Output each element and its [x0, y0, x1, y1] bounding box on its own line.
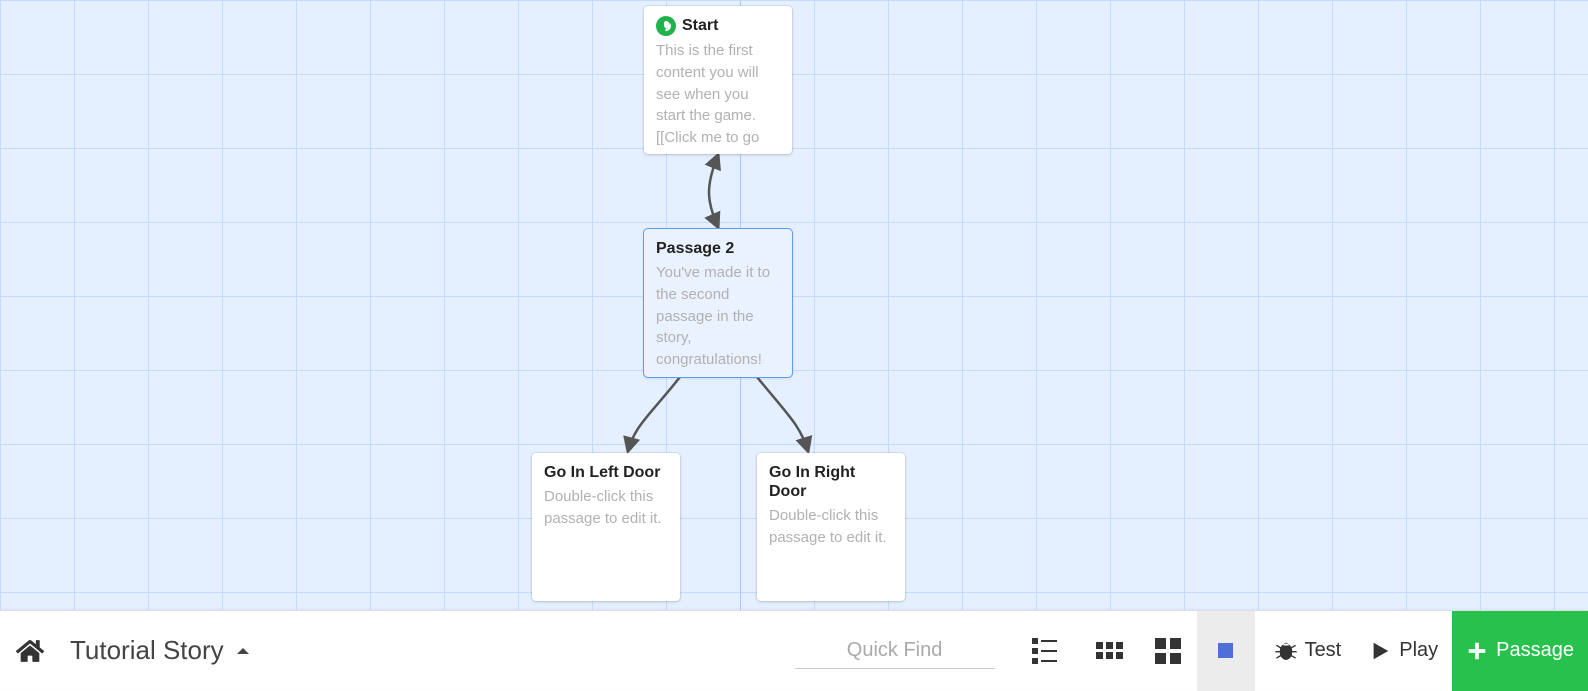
play-button[interactable]: Play	[1355, 611, 1452, 691]
home-button[interactable]	[0, 637, 60, 665]
story-list-view-button[interactable]	[1015, 611, 1075, 691]
passage-body: Double-click this passage to edit it.	[544, 486, 668, 530]
list-icon	[1032, 638, 1057, 664]
bug-icon	[1275, 640, 1297, 662]
story-title: Tutorial Story	[70, 635, 224, 666]
zoom-medium-button[interactable]	[1139, 611, 1197, 691]
add-passage-button[interactable]: Passage	[1452, 611, 1588, 691]
test-label: Test	[1305, 639, 1342, 662]
zoom-large-button[interactable]	[1197, 611, 1255, 691]
passage-title: Start	[682, 16, 718, 35]
test-button[interactable]: Test	[1261, 611, 1356, 691]
passage-body: You've made it to the second passage in …	[656, 262, 780, 371]
zoom-small-button[interactable]	[1081, 611, 1139, 691]
quick-find-input[interactable]	[795, 633, 995, 669]
passage-title: Passage 2	[656, 239, 734, 258]
grid-medium-icon	[1155, 638, 1181, 664]
play-icon	[1369, 640, 1391, 662]
add-passage-label: Passage	[1496, 639, 1574, 662]
plus-icon	[1466, 640, 1488, 662]
grid-large-icon	[1218, 643, 1233, 658]
story-menu-button[interactable]: Tutorial Story	[60, 635, 262, 666]
grid-small-icon	[1096, 642, 1123, 659]
home-icon	[16, 637, 44, 665]
passage-body: This is the first content you will see w…	[656, 40, 780, 149]
passage-title: Go In Left Door	[544, 463, 660, 482]
toolbar: Tutorial Story Test	[0, 610, 1588, 690]
story-canvas[interactable]: Start This is the first content you will…	[0, 0, 1588, 610]
passage-2[interactable]: Passage 2 You've made it to the second p…	[644, 229, 792, 377]
zoom-controls	[1081, 611, 1255, 691]
passage-title: Go In Right Door	[769, 463, 893, 501]
passage-right-door[interactable]: Go In Right Door Double-click this passa…	[757, 453, 905, 601]
start-rocket-icon	[656, 16, 676, 36]
passage-left-door[interactable]: Go In Left Door Double-click this passag…	[532, 453, 680, 601]
passage-body: Double-click this passage to edit it.	[769, 505, 893, 549]
play-label: Play	[1399, 639, 1438, 662]
caret-up-icon	[234, 642, 252, 660]
passage-start[interactable]: Start This is the first content you will…	[644, 6, 792, 154]
